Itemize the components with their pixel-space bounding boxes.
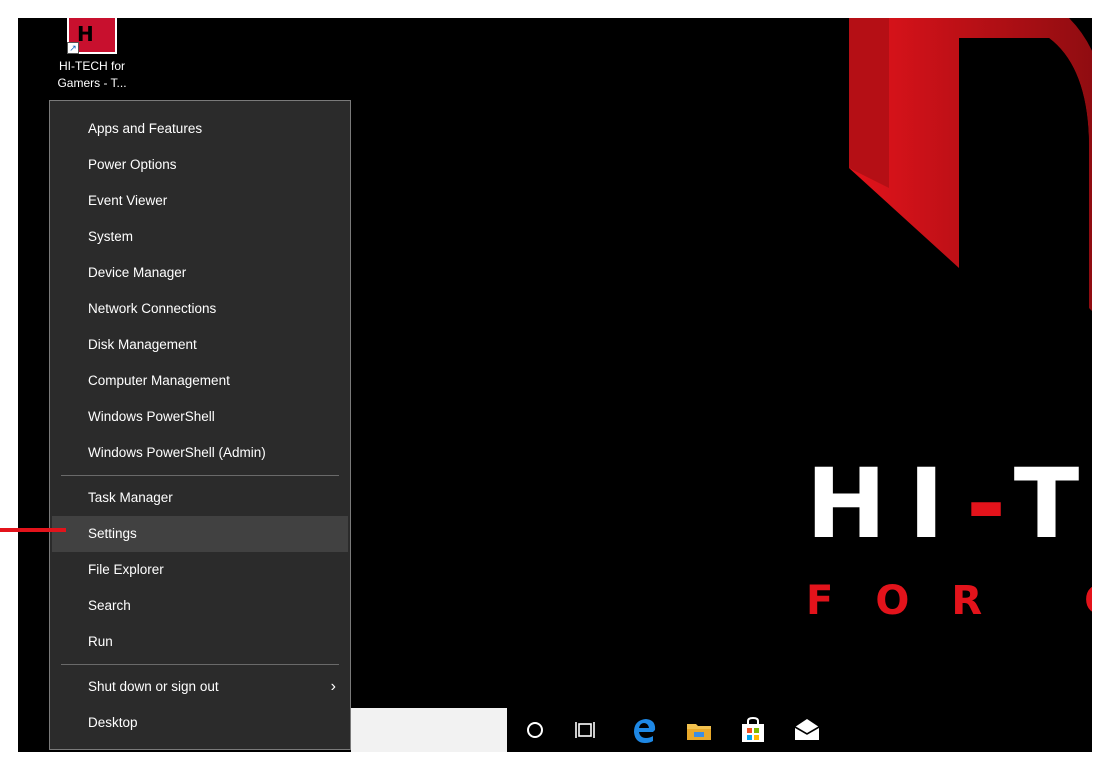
menu-item-shut-down-or-sign-out[interactable]: Shut down or sign out › [52, 669, 348, 705]
desktop[interactable]: HI-T FORG H ↗ HI-TECH for Gamers - T... [18, 18, 1092, 752]
menu-item-file-explorer[interactable]: File Explorer [52, 552, 348, 588]
wallpaper-subtitle: FORG [806, 578, 1092, 624]
shortcut-arrow-icon: ↗ [67, 42, 79, 54]
menu-item-system[interactable]: System [52, 219, 348, 255]
file-explorer-icon[interactable] [685, 716, 713, 744]
winx-context-menu: Apps and Features Power Options Event Vi… [49, 100, 351, 750]
wallpaper-logo-text: HI-T [806, 448, 1092, 560]
task-view-icon[interactable] [573, 716, 601, 744]
wallpaper-red-shape [849, 18, 1092, 311]
hitech-logo-icon: H ↗ [67, 18, 117, 54]
menu-item-windows-powershell-admin[interactable]: Windows PowerShell (Admin) [52, 435, 348, 471]
menu-item-search[interactable]: Search [52, 588, 348, 624]
annotation-pointer-line [0, 528, 66, 532]
menu-item-desktop[interactable]: Desktop [52, 705, 348, 741]
menu-item-event-viewer[interactable]: Event Viewer [52, 183, 348, 219]
store-icon[interactable] [739, 716, 767, 744]
menu-item-settings[interactable]: Settings [52, 516, 348, 552]
menu-item-computer-management[interactable]: Computer Management [52, 363, 348, 399]
edge-icon[interactable] [631, 716, 659, 744]
menu-separator [61, 475, 339, 476]
chevron-right-icon: › [330, 678, 336, 695]
menu-item-task-manager[interactable]: Task Manager [52, 480, 348, 516]
menu-item-disk-management[interactable]: Disk Management [52, 327, 348, 363]
menu-item-network-connections[interactable]: Network Connections [52, 291, 348, 327]
menu-item-power-options[interactable]: Power Options [52, 147, 348, 183]
menu-separator [61, 664, 339, 665]
mail-icon[interactable] [793, 716, 821, 744]
menu-item-run[interactable]: Run [52, 624, 348, 660]
desktop-shortcut[interactable]: H ↗ HI-TECH for Gamers - T... [48, 18, 136, 92]
menu-item-windows-powershell[interactable]: Windows PowerShell [52, 399, 348, 435]
cortana-icon[interactable] [521, 716, 549, 744]
taskbar [351, 708, 1092, 752]
screenshot-frame: HI-T FORG H ↗ HI-TECH for Gamers - T... [0, 0, 1107, 758]
taskbar-search-box[interactable] [351, 708, 507, 752]
menu-item-apps-and-features[interactable]: Apps and Features [52, 111, 348, 147]
desktop-shortcut-label: HI-TECH for Gamers - T... [57, 59, 127, 90]
menu-item-device-manager[interactable]: Device Manager [52, 255, 348, 291]
